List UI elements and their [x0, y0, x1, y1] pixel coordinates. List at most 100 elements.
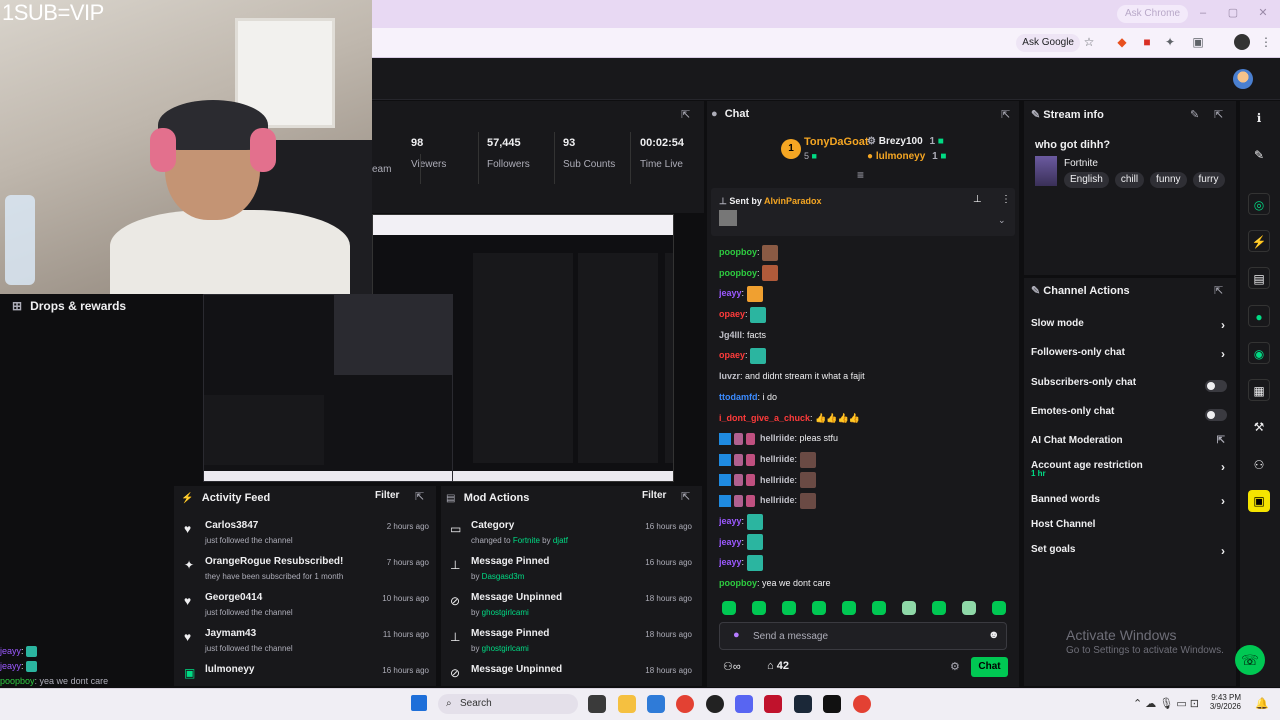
tag[interactable]: funny: [1150, 172, 1187, 188]
pencil-icon[interactable]: ✎: [1248, 144, 1270, 166]
list-item[interactable]: ▣ lulmoneyy 16 hours ago: [184, 664, 429, 680]
emote-button[interactable]: [752, 601, 766, 615]
discord-icon[interactable]: [735, 695, 753, 713]
list-item[interactable]: ✦ OrangeRogue Resubscribed! they have bee…: [184, 556, 429, 592]
file-explorer-icon[interactable]: [618, 695, 636, 713]
list-item[interactable]: ⊥ Message Pinned by Dasgasd3m 16 hours ag…: [450, 556, 692, 592]
emote-button[interactable]: [932, 601, 946, 615]
tag[interactable]: English: [1064, 172, 1109, 188]
category-name[interactable]: Fortnite: [1064, 158, 1098, 169]
emote-button[interactable]: [872, 601, 886, 615]
channel-action-2[interactable]: Subscribers-only chat: [1031, 377, 1229, 395]
channel-action-6[interactable]: Banned words ›: [1031, 494, 1229, 512]
bolt-icon[interactable]: ⚡: [1248, 230, 1270, 252]
popout-icon[interactable]: ⇱: [1214, 108, 1223, 121]
pin-icon[interactable]: ⊥: [973, 194, 982, 205]
emote-button[interactable]: [782, 601, 796, 615]
list-item[interactable]: ⊘ Message Unpinned 18 hours ago: [450, 664, 692, 680]
edit-icon[interactable]: ✎: [1190, 108, 1199, 121]
channel-action-0[interactable]: Slow mode ›: [1031, 318, 1229, 336]
chat-username[interactable]: luvzr: [719, 371, 740, 381]
channel-action-3[interactable]: Emotes-only chat: [1031, 406, 1229, 424]
close-icon[interactable]: ✕: [1256, 6, 1270, 20]
settings-icon[interactable]: ⚙: [950, 660, 960, 673]
popout-icon[interactable]: ⇱: [681, 490, 690, 503]
pinned-message[interactable]: ⊥ Sent by AlvinParadox ⊥ ⋮ ⌄: [711, 188, 1015, 236]
channel-action-8[interactable]: Set goals ›: [1031, 544, 1229, 562]
wrench-icon[interactable]: ⚒: [1248, 416, 1270, 438]
microphone-icon[interactable]: ●: [733, 629, 740, 641]
list-item[interactable]: ♥ Carlos3847 just followed the channel 2 …: [184, 520, 429, 556]
ask-google-button[interactable]: Ask Google: [1016, 34, 1080, 52]
chat-username[interactable]: poopboy: [719, 268, 757, 278]
tray-icons[interactable]: ⌃ ☁ 🎙 ▭ ⊡: [1133, 697, 1199, 710]
extension-icon[interactable]: ◆: [1114, 34, 1130, 50]
obs-icon[interactable]: [706, 695, 724, 713]
channel-action-4[interactable]: AI Chat Moderation ⇱: [1031, 435, 1229, 453]
extensions-puzzle-icon[interactable]: ✦: [1162, 34, 1178, 50]
toggle-switch[interactable]: [1205, 380, 1227, 392]
menu-dots-icon[interactable]: ⋮: [1258, 34, 1274, 50]
leader-row[interactable]: ● lulmoneyy 1 ■: [867, 151, 946, 162]
emote-button[interactable]: [812, 601, 826, 615]
chat-message[interactable]: jeayy:: [719, 552, 1009, 573]
more-options-icon[interactable]: ⋮: [1001, 194, 1011, 205]
chat-bubble-icon[interactable]: ●: [1248, 305, 1270, 327]
chat-username[interactable]: i_dont_give_a_chuck: [719, 413, 810, 423]
channel-action-1[interactable]: Followers-only chat ›: [1031, 347, 1229, 365]
broadcast-icon[interactable]: ◉: [1248, 342, 1270, 364]
chat-username[interactable]: hellriide: [760, 475, 795, 485]
chat-message[interactable]: opaey:: [719, 304, 1009, 325]
chat-username[interactable]: poopboy: [719, 247, 757, 257]
activity-filter-button[interactable]: Filter: [375, 490, 399, 501]
popout-icon[interactable]: ⇱: [1214, 284, 1223, 297]
chat-username[interactable]: opaey: [719, 309, 745, 319]
taskbar-search[interactable]: ⌕ Search: [438, 694, 578, 714]
chat-message[interactable]: poopboy: yea we dont care: [719, 573, 1009, 594]
toggle-switch[interactable]: [1205, 409, 1227, 421]
chat-message[interactable]: i_dont_give_a_chuck: 👍👍👍👍: [719, 408, 1009, 429]
chat-username[interactable]: opaey: [719, 350, 745, 360]
chevron-down-icon[interactable]: ⌄: [998, 215, 1006, 226]
chat-message[interactable]: Jg4lll: facts: [719, 325, 1009, 346]
list-item[interactable]: ▭ Category changed to Fortnite by djatf 1…: [450, 520, 692, 556]
list-item[interactable]: ♥ Jaymam43 just followed the channel 11 h…: [184, 628, 429, 664]
profile-icon[interactable]: [1234, 34, 1250, 50]
gift-icon[interactable]: ▣: [1248, 490, 1270, 512]
tag[interactable]: furry: [1192, 172, 1225, 188]
emote-button[interactable]: [902, 601, 916, 615]
popout-icon[interactable]: ⇱: [415, 490, 424, 503]
chat-message[interactable]: ttodamfd: i do: [719, 387, 1009, 408]
chat-username[interactable]: hellriide: [760, 454, 795, 464]
clock[interactable]: 9:43 PM 3/9/2026: [1209, 693, 1241, 711]
maximize-icon[interactable]: ▢: [1226, 6, 1240, 20]
app-icon[interactable]: [764, 695, 782, 713]
chat-username[interactable]: jeayy: [719, 557, 742, 567]
channel-action-7[interactable]: Host Channel: [1031, 519, 1229, 537]
chat-username[interactable]: poopboy: [719, 578, 757, 588]
info-icon[interactable]: ℹ: [1248, 107, 1270, 129]
chat-message[interactable]: hellriide:: [719, 449, 1009, 470]
support-icon[interactable]: ☏: [1235, 645, 1265, 675]
chat-username[interactable]: jeayy: [719, 288, 742, 298]
chat-message[interactable]: hellriide:: [719, 470, 1009, 491]
chat-message[interactable]: luvzr: and didnt stream it what a fajit: [719, 366, 1009, 387]
popout-icon[interactable]: ⇱: [1001, 108, 1010, 121]
chat-message[interactable]: hellriide:: [719, 490, 1009, 511]
drops-rewards-link[interactable]: ⊞ Drops & rewards: [12, 298, 126, 314]
chat-message[interactable]: poopboy:: [719, 242, 1009, 263]
chat-send-button[interactable]: Chat: [971, 657, 1008, 677]
task-view-icon[interactable]: [588, 695, 606, 713]
chat-message[interactable]: hellriide: pleas stfu: [719, 428, 1009, 449]
leader-row[interactable]: ⚙ Brezy100 1 ■: [867, 136, 944, 147]
epic-icon[interactable]: [823, 695, 841, 713]
chat-message[interactable]: opaey:: [719, 345, 1009, 366]
emote-button[interactable]: [722, 601, 736, 615]
category-thumbnail[interactable]: [1035, 156, 1057, 186]
emote-button[interactable]: [842, 601, 856, 615]
emoji-icon[interactable]: ☻: [988, 629, 1000, 641]
mod-filter-button[interactable]: Filter: [642, 490, 666, 501]
avatar[interactable]: [1233, 69, 1253, 89]
chat-username[interactable]: jeayy: [719, 537, 742, 547]
tag[interactable]: chill: [1114, 172, 1145, 188]
